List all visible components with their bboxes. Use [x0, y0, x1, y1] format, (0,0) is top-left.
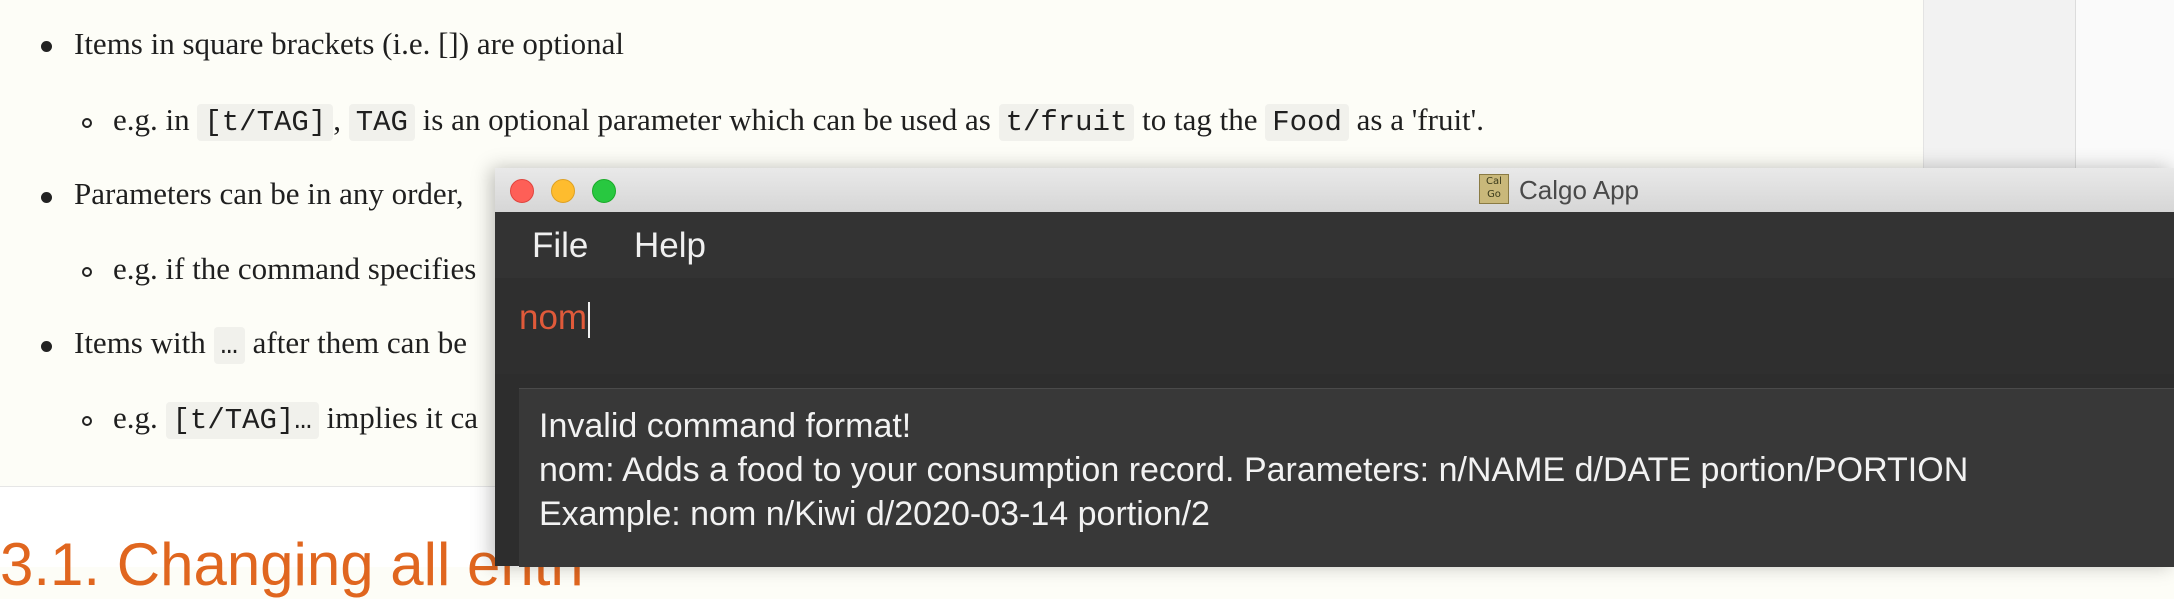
- bullet-marker: [41, 341, 52, 352]
- command-box: nom: [495, 278, 2174, 374]
- bullet-marker: [41, 192, 52, 203]
- result-display: Invalid command format! nom: Adds a food…: [519, 388, 2174, 567]
- app-logo-icon: Cal Go: [1479, 174, 1509, 204]
- sub-bullet-order-example: e.g. if the command specifies: [113, 251, 477, 286]
- ellipsis-example-prefix: e.g.: [113, 400, 158, 435]
- menu-file[interactable]: File: [532, 226, 588, 266]
- code-ellipsis: …: [213, 327, 245, 364]
- minimize-window-button[interactable]: [551, 179, 575, 203]
- code-fruit: t/fruit: [998, 104, 1135, 141]
- sub-bullet-marker: [82, 416, 92, 426]
- example-middle: is an optional parameter which can be us…: [422, 102, 991, 137]
- sub-bullet-tag-example: e.g. in [t/TAG], TAG is an optional para…: [113, 102, 1485, 141]
- bullet-optional-items: Items in square brackets (i.e. []) are o…: [74, 26, 625, 61]
- window-title: Calgo App: [1519, 175, 1639, 205]
- code-tag-ellipsis: [t/TAG]…: [165, 402, 319, 439]
- sub-bullet-marker: [82, 118, 92, 128]
- bullet-parameter-order: Parameters can be in any order,: [74, 176, 464, 211]
- code-tag: TAG: [348, 104, 415, 141]
- sub-bullet-ellipsis-example: e.g. [t/TAG]… implies it ca: [113, 400, 479, 439]
- ellipsis-prefix: Items with: [74, 325, 206, 360]
- ellipsis-suffix: after them can be: [252, 325, 467, 360]
- example-separator: ,: [333, 102, 341, 137]
- result-line-error: Invalid command format!: [539, 407, 912, 445]
- sub-bullet-marker: [82, 267, 92, 277]
- calgo-app-window: Cal Go Calgo App File Help nom Invalid c…: [495, 168, 2174, 567]
- menu-bar: File Help: [495, 212, 2174, 279]
- code-tag-bracket: [t/TAG]: [197, 104, 334, 141]
- ellipsis-example-suffix: implies it ca: [326, 400, 479, 435]
- close-window-button[interactable]: [510, 179, 534, 203]
- code-food: Food: [1265, 104, 1349, 141]
- example-suffix: as a 'fruit'.: [1356, 102, 1485, 137]
- bullet-ellipsis-items: Items with … after them can be: [74, 325, 467, 364]
- text-caret: [588, 301, 591, 338]
- example-prefix: e.g. in: [113, 102, 190, 137]
- result-line-example: Example: nom n/Kiwi d/2020-03-14 portion…: [539, 495, 1210, 533]
- example-middle-2: to tag the: [1142, 102, 1258, 137]
- bullet-marker: [41, 41, 52, 52]
- command-text: nom: [519, 298, 588, 337]
- command-input[interactable]: nom: [519, 298, 591, 338]
- maximize-window-button[interactable]: [592, 179, 616, 203]
- result-line-usage: nom: Adds a food to your consumption rec…: [539, 451, 1969, 489]
- window-titlebar[interactable]: Cal Go Calgo App: [495, 168, 2174, 213]
- menu-help[interactable]: Help: [634, 226, 706, 266]
